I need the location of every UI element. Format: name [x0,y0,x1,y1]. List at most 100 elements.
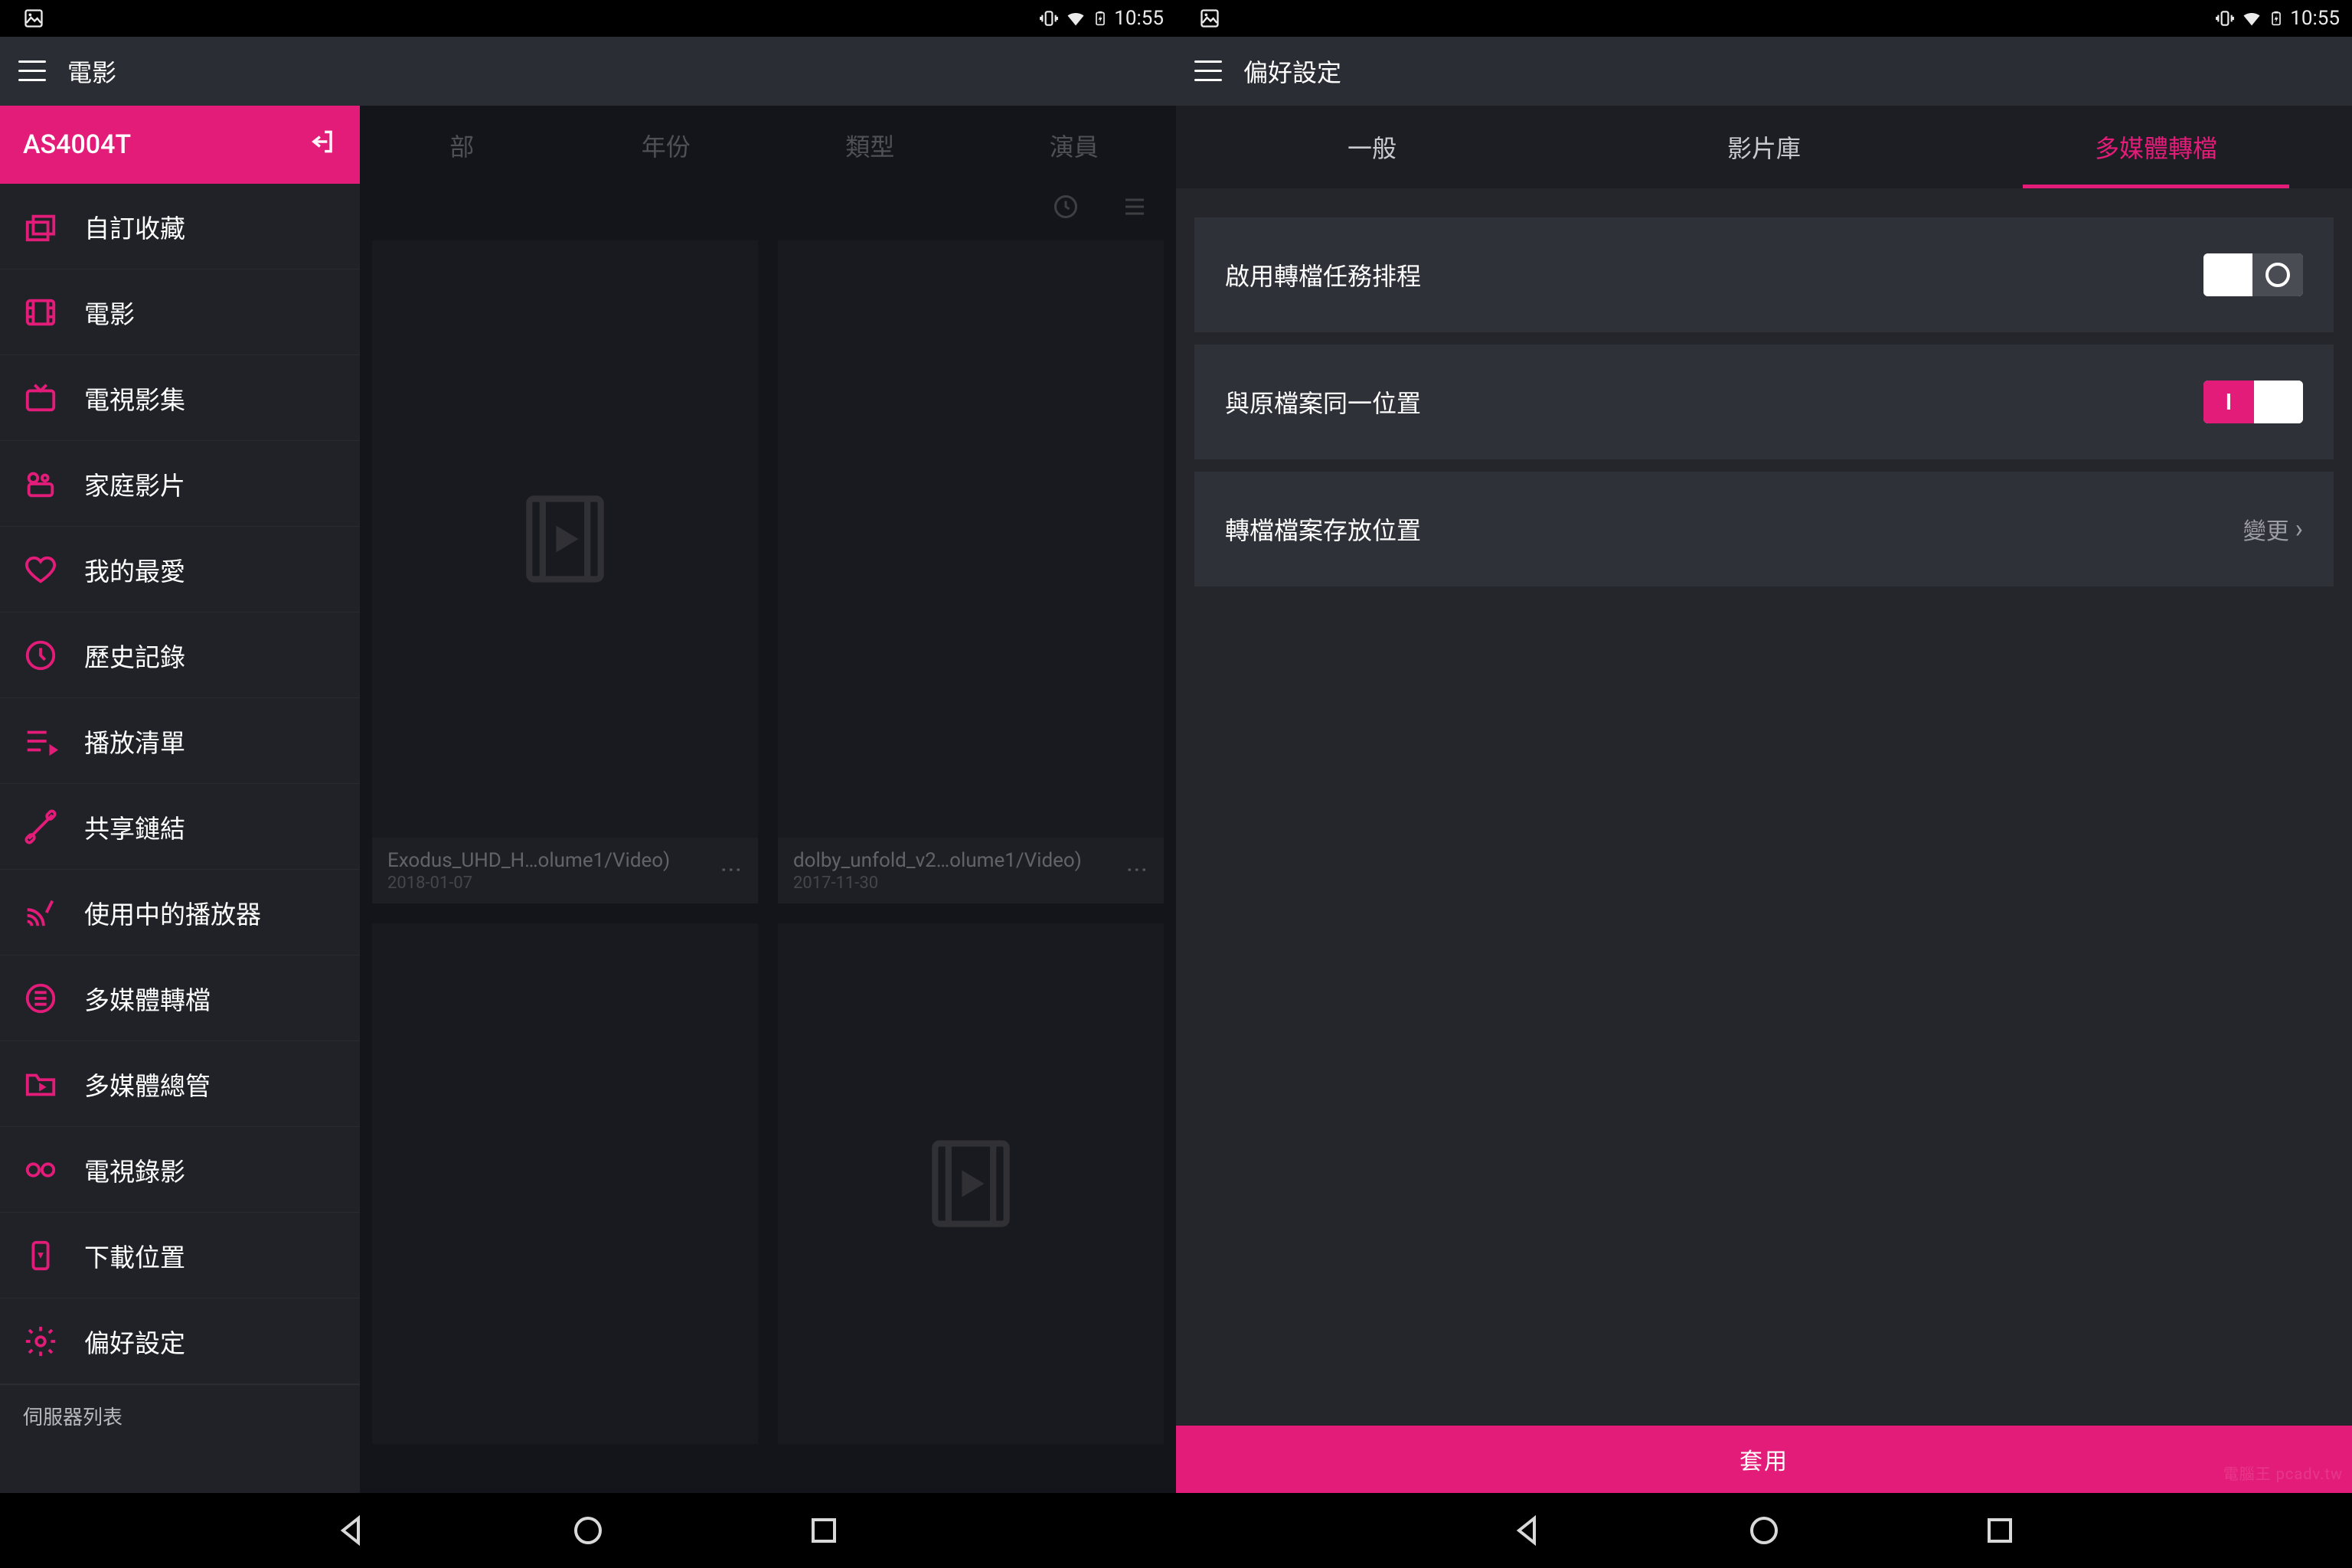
sidebar-item-tv[interactable]: 電視影集 [0,355,360,441]
sidebar-item-shared-links[interactable]: 共享鏈結 [0,784,360,870]
movie-card[interactable] [778,923,1164,1444]
history-icon [23,638,58,673]
setting-label: 與原檔案同一位置 [1225,384,1421,420]
battery-charging-icon [2269,8,2284,29]
server-name: AS4004T [23,129,131,160]
change-label: 變更 [2243,512,2289,546]
android-navbar-left [0,1493,1176,1568]
sort-tab-all[interactable]: 部 [360,128,564,163]
sort-tab-genre[interactable]: 類型 [768,128,972,163]
logout-icon[interactable] [308,127,337,163]
film-placeholder-icon [511,474,619,604]
toggle-schedule[interactable] [2203,253,2303,296]
sidebar-item-label: 多媒體總管 [84,1066,211,1102]
wifi-icon [2241,8,2262,29]
page-title: 電影 [67,54,116,89]
movie-card[interactable] [372,923,758,1444]
sidebar-item-playlist[interactable]: 播放清單 [0,698,360,784]
sidebar-item-favorites[interactable]: 我的最愛 [0,527,360,612]
sidebar-item-home-videos[interactable]: 家庭影片 [0,441,360,527]
sidebar-item-preferences[interactable]: 偏好設定 [0,1298,360,1384]
menu-icon[interactable] [18,60,46,82]
sidebar-item-history[interactable]: 歷史記錄 [0,612,360,698]
movie-meta: dolby_unfold_v2…olume1/Video) 2017-11-30… [778,838,1164,903]
movie-date: 2017-11-30 [793,874,1082,893]
cast-icon [23,895,58,930]
sidebar-item-label: 偏好設定 [84,1323,185,1360]
sidebar-item-label: 歷史記錄 [84,637,185,674]
sidebar-item-active-players[interactable]: 使用中的播放器 [0,870,360,956]
sidebar-item-label: 電影 [84,294,135,331]
recents-icon[interactable] [1981,1512,2018,1549]
playlist-icon [23,724,58,759]
change-action[interactable]: 變更 › [2243,512,2303,546]
film-placeholder-icon [917,1119,1024,1249]
sidebar-item-transcode[interactable]: 多媒體轉檔 [0,956,360,1041]
back-icon[interactable] [334,1512,371,1549]
sidebar-item-label: 播放清單 [84,723,185,760]
recents-icon[interactable] [805,1512,842,1549]
sidebar-item-tv-record[interactable]: 電視錄影 [0,1127,360,1213]
sidebar-item-label: 共享鏈結 [84,808,185,845]
tv-icon [23,381,58,416]
collection-icon [23,209,58,244]
sort-tab-actor[interactable]: 演員 [972,128,1177,163]
chevron-right-icon: › [2295,514,2303,544]
gear-icon [23,1324,58,1359]
sidebar-item-download-location[interactable]: 下載位置 [0,1213,360,1298]
movie-thumbnail [778,923,1164,1444]
sidebar-item-label: 家庭影片 [84,466,185,502]
recent-icon[interactable] [1052,193,1080,224]
sidebar-item-label: 自訂收藏 [84,208,185,245]
toggle-off-icon [2252,253,2303,296]
view-list-icon[interactable] [1121,193,1148,224]
sort-tabs: 部 年份 類型 演員 [360,106,1176,185]
sidebar-item-label: 我的最愛 [84,551,185,588]
toggle-same-location[interactable]: I [2203,381,2303,423]
setting-row-same-location: 與原檔案同一位置 I [1194,345,2334,459]
home-icon[interactable] [570,1512,606,1549]
setting-label: 啟用轉檔任務排程 [1225,257,1421,292]
sidebar-footer[interactable]: 伺服器列表 [0,1384,360,1447]
movie-thumbnail [372,923,758,1444]
kebab-icon[interactable]: ⋮ [1125,859,1150,882]
apply-button[interactable]: 套用 [1176,1426,2352,1493]
page-title: 偏好設定 [1243,54,1341,89]
movie-title: Exodus_UHD_H…olume1/Video) [387,849,670,872]
status-bar-left: 10:55 [0,0,1176,37]
setting-label: 轉檔檔案存放位置 [1225,511,1421,547]
movie-title: dolby_unfold_v2…olume1/Video) [793,849,1082,872]
sidebar-item-movies[interactable]: 電影 [0,270,360,355]
android-navbar-right: 電腦王 pcadv.tw [1176,1493,2352,1568]
movie-meta: Exodus_UHD_H…olume1/Video) 2018-01-07 ⋮ [372,838,758,903]
battery-charging-icon [1093,8,1108,29]
wifi-icon [1065,8,1086,29]
sort-tab-year[interactable]: 年份 [564,128,769,163]
setting-row-output-location[interactable]: 轉檔檔案存放位置 變更 › [1194,472,2334,586]
movie-card[interactable]: dolby_unfold_v2…olume1/Video) 2017-11-30… [778,240,1164,903]
toggle-on-label: I [2203,381,2254,423]
sidebar-item-label: 電視錄影 [84,1152,185,1188]
kebab-icon[interactable]: ⋮ [719,859,744,882]
film-icon [23,295,58,330]
tool-row [360,185,1176,231]
sidebar-item-label: 使用中的播放器 [84,894,261,931]
menu-icon[interactable] [1194,60,1222,82]
camcorder-icon [23,466,58,501]
status-time: 10:55 [2290,7,2340,30]
heart-icon [23,552,58,587]
home-icon[interactable] [1746,1512,1782,1549]
picture-icon [1199,8,1220,29]
server-row[interactable]: AS4004T [0,106,360,184]
sidebar-item-custom-collection[interactable]: 自訂收藏 [0,184,360,270]
folder-media-icon [23,1067,58,1102]
picture-icon [23,8,44,29]
tab-library[interactable]: 影片庫 [1568,106,1960,188]
sidebar-item-media-manager[interactable]: 多媒體總管 [0,1041,360,1127]
status-bar-right: 10:55 [1176,0,2352,37]
tab-general[interactable]: 一般 [1176,106,1568,188]
back-icon[interactable] [1510,1512,1547,1549]
titlebar-right: 偏好設定 [1176,37,2352,106]
movie-card[interactable]: Exodus_UHD_H…olume1/Video) 2018-01-07 ⋮ [372,240,758,903]
tab-transcode[interactable]: 多媒體轉檔 [1960,106,2352,188]
